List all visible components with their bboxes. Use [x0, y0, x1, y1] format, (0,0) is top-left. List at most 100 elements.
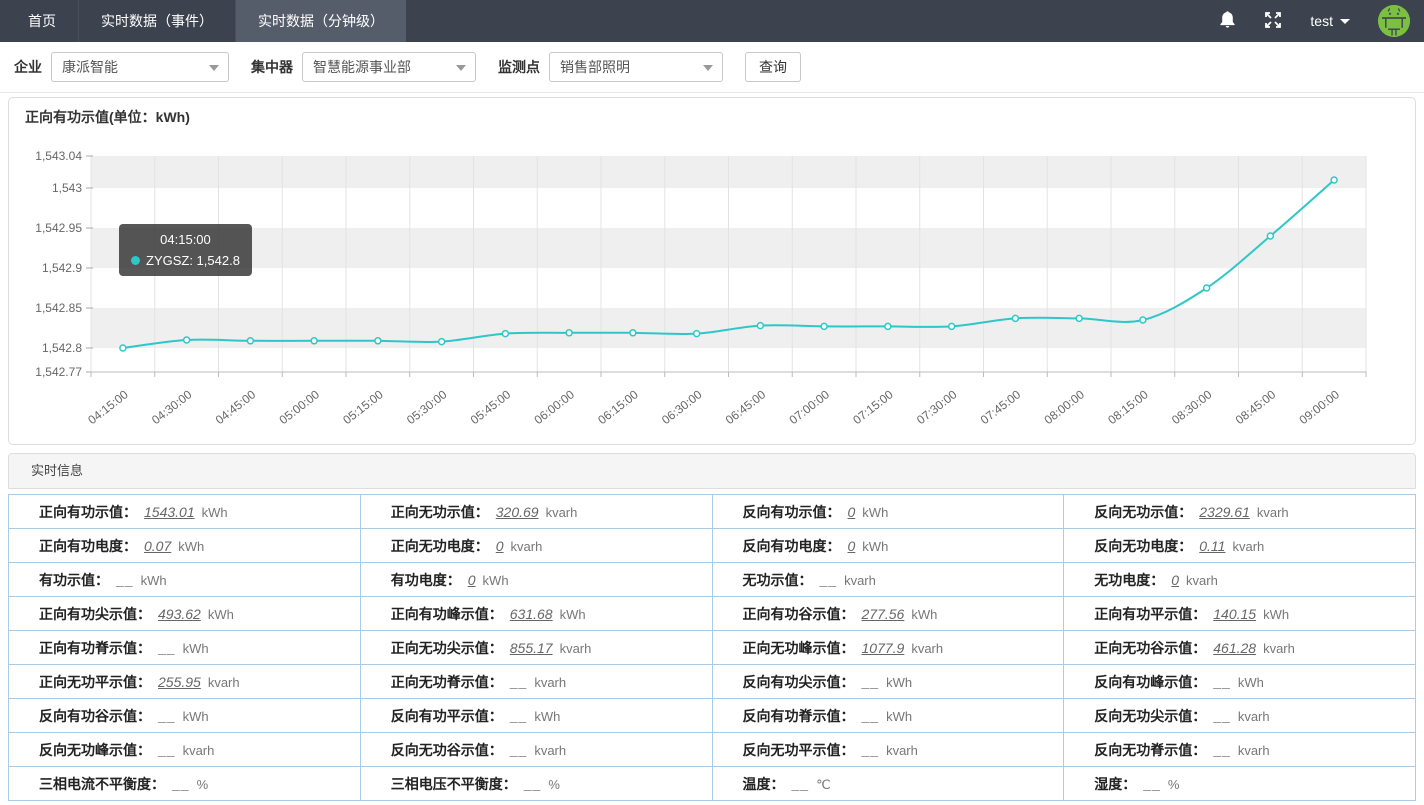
- unit-label: kWh: [483, 573, 509, 588]
- value-link[interactable]: 0.11: [1199, 538, 1225, 554]
- filter-select-1[interactable]: 智慧能源事业部: [302, 52, 476, 82]
- data-point[interactable]: [1012, 315, 1018, 321]
- line-chart[interactable]: 1,543.041,5431,542.951,542.91,542.851,54…: [9, 98, 1415, 444]
- info-cell: 正向有功平示值：140.15kWh: [1064, 597, 1416, 631]
- info-label: 正向无功峰示值：: [743, 640, 855, 656]
- info-label: 正向无功平示值：: [39, 674, 151, 690]
- data-point[interactable]: [1140, 317, 1146, 323]
- avatar[interactable]: [1378, 5, 1410, 37]
- value-link[interactable]: 0: [848, 538, 856, 554]
- x-axis-label: 04:15:00: [85, 387, 131, 427]
- value-link[interactable]: 1077.9: [862, 640, 905, 656]
- data-point[interactable]: [1204, 285, 1210, 291]
- x-axis-label: 08:00:00: [1042, 387, 1088, 427]
- value-link[interactable]: 0: [468, 572, 476, 588]
- data-point[interactable]: [1076, 315, 1082, 321]
- value-link[interactable]: 1543.01: [144, 504, 195, 520]
- filter-select-2[interactable]: 销售部照明: [549, 52, 723, 82]
- unit-label: kvarh: [534, 675, 566, 690]
- unit-label: %: [1168, 777, 1180, 792]
- empty-value-placeholder: __: [862, 708, 880, 724]
- notifications-button[interactable]: [1219, 10, 1236, 32]
- unit-label: kWh: [1263, 607, 1289, 622]
- info-label: 反向无功电度：: [1094, 538, 1192, 554]
- value-link[interactable]: 0.07: [144, 538, 171, 554]
- data-point[interactable]: [247, 338, 253, 344]
- unit-label: kvarh: [183, 743, 215, 758]
- info-label: 无功示值：: [743, 572, 813, 588]
- info-label: 反向无功脊示值：: [1094, 742, 1206, 758]
- filter-select-0[interactable]: 康派智能: [51, 52, 229, 82]
- data-point[interactable]: [375, 338, 381, 344]
- unit-label: kWh: [862, 539, 888, 554]
- info-label: 反向无功峰示值：: [39, 742, 151, 758]
- unit-label: kvarh: [534, 743, 566, 758]
- nav-tab-1[interactable]: 实时数据（事件）: [79, 0, 236, 42]
- user-menu[interactable]: test: [1310, 13, 1350, 29]
- data-point[interactable]: [630, 330, 636, 336]
- unit-label: kWh: [183, 641, 209, 656]
- value-link[interactable]: 0: [1171, 572, 1179, 588]
- info-label: 温度：: [743, 776, 785, 792]
- info-cell: 无功电度：0kvarh: [1064, 563, 1416, 597]
- data-point[interactable]: [1331, 177, 1337, 183]
- unit-label: kWh: [208, 607, 234, 622]
- value-link[interactable]: 140.15: [1213, 606, 1256, 622]
- info-cell: 反向有功电度：0kWh: [712, 529, 1064, 563]
- x-axis-label: 05:45:00: [468, 387, 514, 427]
- query-button[interactable]: 查询: [745, 52, 801, 82]
- info-cell: 反向有功脊示值：__kWh: [712, 699, 1064, 733]
- x-axis-label: 07:15:00: [850, 387, 896, 427]
- table-row: 正向有功尖示值：493.62kWh正向有功峰示值：631.68kWh正向有功谷示…: [9, 597, 1416, 631]
- value-link[interactable]: 0: [496, 538, 504, 554]
- value-link[interactable]: 493.62: [158, 606, 201, 622]
- x-axis-label: 07:30:00: [914, 387, 960, 427]
- value-link[interactable]: 0: [848, 504, 856, 520]
- filter-label-0: 企业: [14, 57, 42, 77]
- info-cell: 三相电压不平衡度：__%: [360, 767, 712, 801]
- nav-tab-2[interactable]: 实时数据（分钟级）: [236, 0, 406, 42]
- value-link[interactable]: 2329.61: [1199, 504, 1250, 520]
- value-link[interactable]: 277.56: [862, 606, 905, 622]
- data-point[interactable]: [439, 339, 445, 345]
- value-link[interactable]: 461.28: [1213, 640, 1256, 656]
- y-axis-label: 1,542.8: [42, 341, 82, 355]
- data-point[interactable]: [311, 338, 317, 344]
- data-point[interactable]: [949, 323, 955, 329]
- info-label: 有功电度：: [391, 572, 461, 588]
- x-axis-label: 06:30:00: [659, 387, 705, 427]
- data-point[interactable]: [885, 323, 891, 329]
- chart-panel: 正向有功示值(单位：kWh) 1,543.041,5431,542.951,54…: [8, 97, 1416, 445]
- chevron-down-icon: [703, 65, 713, 71]
- info-cell: 温度：__℃: [712, 767, 1064, 801]
- empty-value-placeholder: __: [1213, 742, 1231, 758]
- info-cell: 正向无功示值：320.69kvarh: [360, 495, 712, 529]
- value-link[interactable]: 255.95: [158, 674, 201, 690]
- value-link[interactable]: 320.69: [496, 504, 539, 520]
- info-label: 三相电压不平衡度：: [391, 776, 517, 792]
- x-axis-label: 09:00:00: [1297, 387, 1343, 427]
- data-point[interactable]: [757, 323, 763, 329]
- data-point[interactable]: [566, 330, 572, 336]
- unit-label: kWh: [183, 709, 209, 724]
- value-link[interactable]: 855.17: [510, 640, 553, 656]
- info-cell: 有功电度： 0 kWh: [360, 563, 712, 597]
- empty-value-placeholder: __: [116, 572, 134, 588]
- data-point[interactable]: [502, 331, 508, 337]
- info-label: 有功示值：: [39, 572, 109, 588]
- data-point[interactable]: [120, 345, 126, 351]
- data-point[interactable]: [694, 331, 700, 337]
- x-axis-label: 04:30:00: [149, 387, 195, 427]
- data-point[interactable]: [1267, 233, 1273, 239]
- data-point[interactable]: [184, 337, 190, 343]
- unit-label: kWh: [862, 505, 888, 520]
- unit-label: kWh: [202, 505, 228, 520]
- unit-label: kWh: [141, 573, 167, 588]
- unit-label: kvarh: [1257, 505, 1289, 520]
- data-point[interactable]: [821, 323, 827, 329]
- fullscreen-button[interactable]: [1264, 11, 1282, 32]
- empty-value-placeholder: __: [1213, 674, 1231, 690]
- table-row: 正向有功脊示值：__kWh正向无功尖示值：855.17kvarh正向无功峰示值：…: [9, 631, 1416, 665]
- value-link[interactable]: 631.68: [510, 606, 553, 622]
- nav-tab-0[interactable]: 首页: [6, 0, 79, 42]
